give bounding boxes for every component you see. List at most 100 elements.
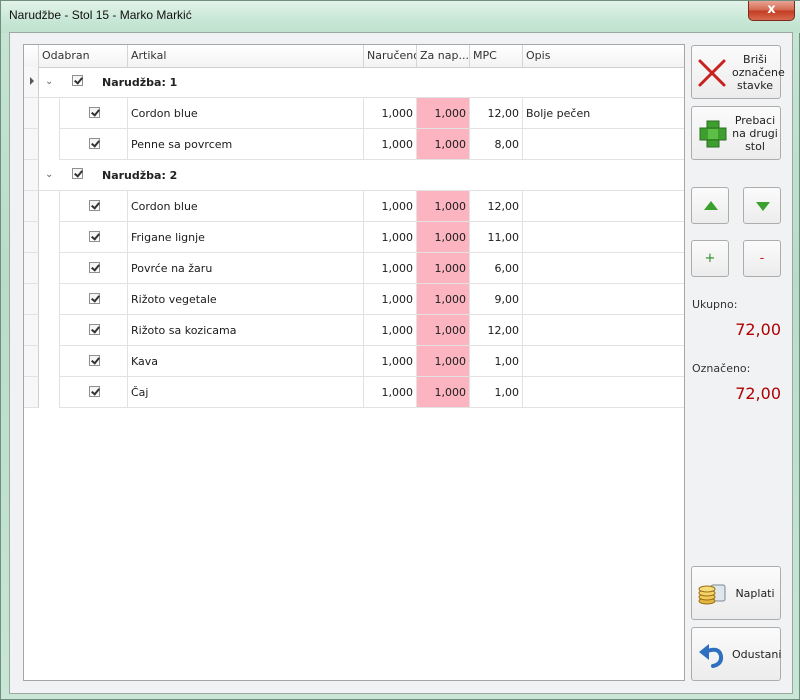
row-checkbox[interactable] (89, 293, 100, 304)
row-indicator (24, 253, 39, 284)
group-checkbox[interactable] (72, 75, 83, 86)
cell-artikal: Cordon blue (128, 191, 364, 222)
cell-naruceno: 1,000 (364, 315, 417, 346)
cell-za-naplatu[interactable]: 1,000 (417, 253, 470, 284)
table-row[interactable]: Povrće na žaru 1,000 1,000 6,00 (24, 253, 684, 284)
cell-za-naplatu[interactable]: 1,000 (417, 377, 470, 408)
delete-selected-button[interactable]: Briši označene stavke (691, 45, 785, 99)
transfer-table-button[interactable]: Prebaci na drugi stol (691, 106, 781, 160)
table-row[interactable]: Penne sa povrcem 1,000 1,000 8,00 (24, 129, 684, 160)
header-odabran[interactable]: Odabran (39, 45, 128, 67)
chevron-down-icon[interactable]: ⌄ (45, 170, 53, 180)
plus-label: + (704, 251, 716, 266)
cell-opis[interactable] (523, 346, 684, 377)
cell-opis[interactable] (523, 129, 684, 160)
cell-odabran[interactable] (60, 377, 128, 408)
cell-odabran[interactable] (60, 315, 128, 346)
cell-odabran[interactable] (60, 284, 128, 315)
cancel-button[interactable]: Odustani (691, 627, 781, 681)
cell-odabran[interactable] (60, 222, 128, 253)
cell-odabran[interactable] (60, 129, 128, 160)
row-checkbox[interactable] (89, 324, 100, 335)
row-checkbox[interactable] (89, 355, 100, 366)
table-row[interactable]: Frigane lignje 1,000 1,000 11,00 (24, 222, 684, 253)
cell-odabran[interactable] (60, 253, 128, 284)
cell-odabran[interactable] (60, 191, 128, 222)
cell-artikal: Rižoto vegetale (128, 284, 364, 315)
row-indicator (24, 315, 39, 346)
cell-mpc: 11,00 (470, 222, 523, 253)
header-mpc[interactable]: MPC (470, 45, 523, 67)
cell-artikal: Povrće na žaru (128, 253, 364, 284)
header-naruceno[interactable]: Naručeno (364, 45, 417, 67)
title-bar[interactable]: Narudžbe - Stol 15 - Marko Markić x (1, 1, 800, 33)
cell-mpc: 1,00 (470, 377, 523, 408)
group-indent (39, 377, 60, 408)
table-row[interactable]: Čaj 1,000 1,000 1,00 (24, 377, 684, 408)
row-checkbox[interactable] (89, 107, 100, 118)
group-indent (39, 346, 60, 377)
cell-opis[interactable]: Bolje pečen (523, 98, 684, 129)
cell-za-naplatu[interactable]: 1,000 (417, 98, 470, 129)
window-title: Narudžbe - Stol 15 - Marko Markić (9, 8, 192, 22)
table-row[interactable]: Rižoto vegetale 1,000 1,000 9,00 (24, 284, 684, 315)
row-checkbox[interactable] (89, 138, 100, 149)
increase-button[interactable]: + (691, 240, 729, 277)
table-row[interactable]: Rižoto sa kozicama 1,000 1,000 12,00 (24, 315, 684, 346)
group-row[interactable]: ⌄ Narudžba: 2 (24, 160, 684, 191)
table-row[interactable]: Kava 1,000 1,000 1,00 (24, 346, 684, 377)
table-row[interactable]: Cordon blue 1,000 1,000 12,00 Bolje pečen (24, 98, 684, 129)
cell-odabran[interactable] (60, 98, 128, 129)
row-indicator (24, 222, 39, 253)
row-indicator (24, 67, 39, 98)
minus-label: - (759, 251, 765, 266)
cell-za-naplatu[interactable]: 1,000 (417, 129, 470, 160)
cell-opis[interactable] (523, 253, 684, 284)
close-button[interactable]: x (748, 1, 795, 21)
row-checkbox[interactable] (89, 231, 100, 242)
cell-mpc: 12,00 (470, 191, 523, 222)
client-area: Odabran Artikal Naručeno Za nap... MPC O… (9, 32, 793, 694)
cell-naruceno: 1,000 (364, 284, 417, 315)
row-checkbox[interactable] (89, 386, 100, 397)
row-checkbox[interactable] (89, 262, 100, 273)
cell-za-naplatu[interactable]: 1,000 (417, 346, 470, 377)
transfer-arrows-icon (699, 120, 727, 148)
cell-artikal: Frigane lignje (128, 222, 364, 253)
triangle-down-icon (756, 202, 770, 211)
cell-opis[interactable] (523, 222, 684, 253)
cell-opis[interactable] (523, 284, 684, 315)
decrease-button[interactable]: - (743, 240, 781, 277)
cell-naruceno: 1,000 (364, 129, 417, 160)
chevron-down-icon[interactable]: ⌄ (45, 77, 53, 87)
cell-za-naplatu[interactable]: 1,000 (417, 315, 470, 346)
header-artikal[interactable]: Artikal (128, 45, 364, 67)
header-opis[interactable]: Opis (523, 45, 684, 67)
red-x-icon (698, 59, 726, 87)
group-row[interactable]: ⌄ Narudžba: 1 (24, 67, 684, 98)
cell-opis[interactable] (523, 315, 684, 346)
triangle-up-icon (704, 201, 718, 210)
current-row-arrow-icon (30, 77, 34, 85)
row-checkbox[interactable] (89, 200, 100, 211)
table-row[interactable]: Cordon blue 1,000 1,000 12,00 (24, 191, 684, 222)
orders-grid[interactable]: Odabran Artikal Naručeno Za nap... MPC O… (23, 44, 685, 681)
move-down-button[interactable] (743, 187, 781, 224)
cell-za-naplatu[interactable]: 1,000 (417, 284, 470, 315)
undo-arrow-icon (699, 644, 724, 668)
move-up-button[interactable] (691, 187, 729, 224)
cell-mpc: 12,00 (470, 98, 523, 129)
group-checkbox[interactable] (72, 168, 83, 179)
cell-odabran[interactable] (60, 346, 128, 377)
row-indicator (24, 377, 39, 408)
cell-opis[interactable] (523, 191, 684, 222)
header-za-naplatu[interactable]: Za nap... (417, 45, 470, 67)
pay-button[interactable]: Naplati (691, 566, 781, 620)
cell-opis[interactable] (523, 377, 684, 408)
cell-artikal: Cordon blue (128, 98, 364, 129)
row-indicator (24, 98, 39, 129)
cell-za-naplatu[interactable]: 1,000 (417, 191, 470, 222)
cell-naruceno: 1,000 (364, 222, 417, 253)
cell-za-naplatu[interactable]: 1,000 (417, 222, 470, 253)
cell-mpc: 6,00 (470, 253, 523, 284)
